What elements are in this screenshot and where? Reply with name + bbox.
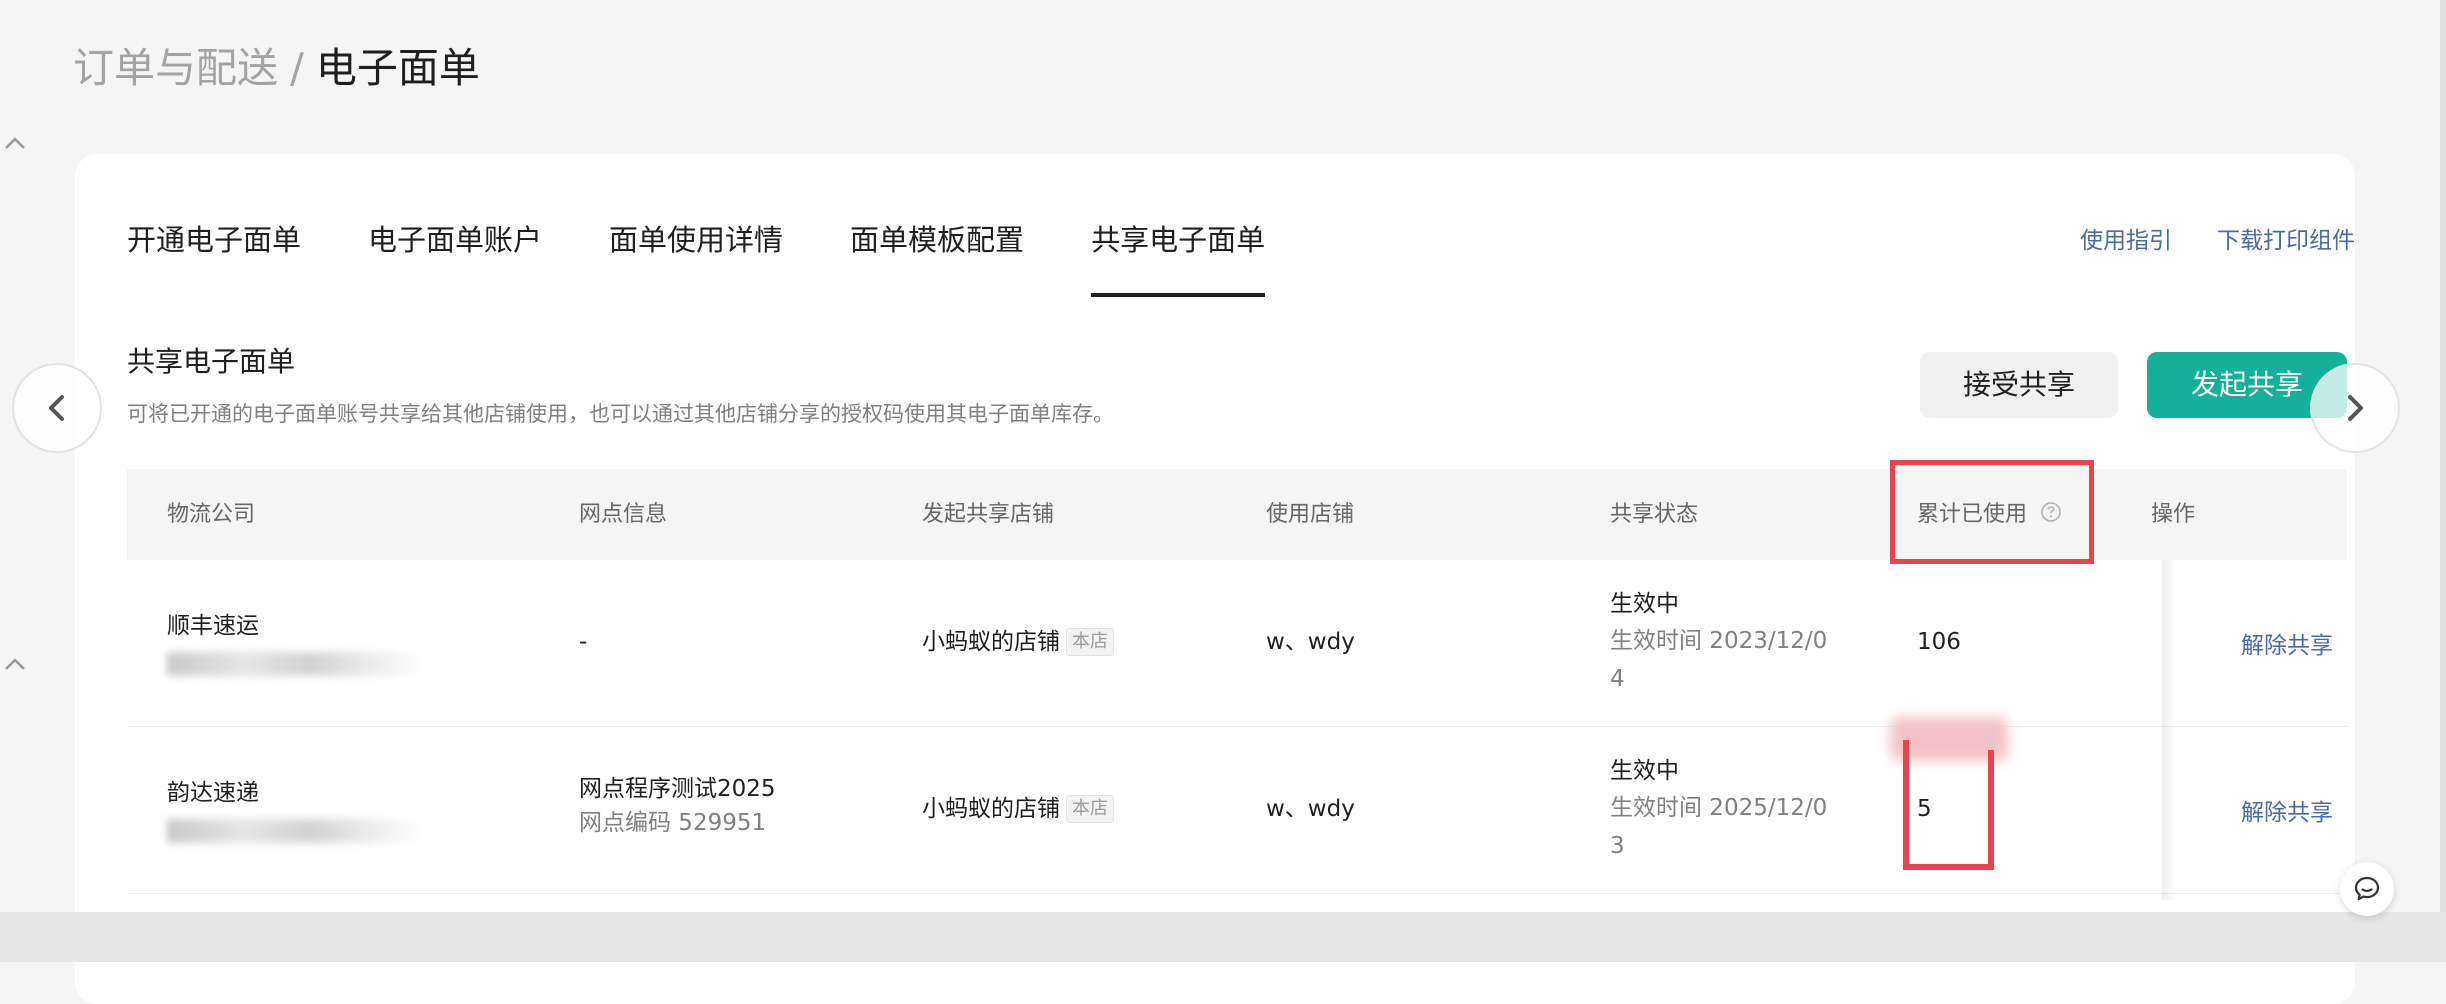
effective-time-line1: 生效时间 2025/12/0 [1610, 795, 1828, 821]
company-cell: 顺丰速运 [167, 610, 427, 676]
effective-time-line2: 3 [1610, 833, 1625, 859]
page-title: 电子面单 [315, 44, 480, 92]
column-header-used: 累计已使用 [1917, 469, 2062, 560]
tab-open-eorder[interactable]: 开通电子面单 [127, 218, 301, 262]
usage-guide-link[interactable]: 使用指引 [2080, 224, 2172, 258]
header-links: 使用指引 下载打印组件 [2080, 224, 2355, 258]
initiator-shop-name: 小蚂蚁的店铺 [922, 629, 1060, 655]
column-header-operation: 操作 [2151, 502, 2196, 527]
breadcrumb: 订单与配送 / 电子面单 [73, 38, 480, 98]
section-title: 共享电子面单 [127, 345, 296, 378]
status-badge: 生效中 [1610, 758, 1679, 784]
breadcrumb-parent[interactable]: 订单与配送 [73, 44, 278, 92]
revoke-share-link[interactable]: 解除共享 [2241, 626, 2333, 660]
effective-time-line1: 生效时间 2023/12/0 [1610, 628, 1828, 654]
chevron-up-icon[interactable] [2, 131, 28, 157]
share-status-cell: 生效中 生效时间 2025/12/0 3 [1610, 753, 1827, 865]
chevron-up-icon[interactable] [2, 652, 28, 678]
share-status-cell: 生效中 生效时间 2023/12/0 4 [1610, 586, 1827, 698]
table-header: 物流公司 网点信息 发起共享店铺 使用店铺 共享状态 累计已使用 操作 [127, 469, 2347, 560]
content-card: 开通电子面单 电子面单账户 面单使用详情 面单模板配置 共享电子面单 使用指引 … [75, 154, 2355, 1004]
chevron-right-icon [2348, 395, 2363, 421]
company-name: 韵达速递 [167, 780, 259, 806]
column-header-outlet: 网点信息 [579, 502, 668, 527]
redacted-account [167, 819, 427, 843]
tab-usage-details[interactable]: 面单使用详情 [609, 218, 783, 262]
effective-time-line2: 4 [1610, 666, 1625, 692]
fixed-column-shadow [2162, 560, 2176, 900]
question-circle-icon[interactable] [2040, 501, 2062, 523]
tab-eorder-account[interactable]: 电子面单账户 [368, 218, 542, 262]
section-description: 可将已开通的电子面单账号共享给其他店铺使用，也可以通过其他店铺分享的授权码使用其… [127, 402, 1114, 426]
used-count: 106 [1917, 629, 1961, 655]
chevron-left-icon [49, 395, 64, 421]
table-row: 顺丰速运 - 小蚂蚁的店铺 本店 w、wdy 生效中 生效时间 2023/12/0… [127, 560, 2347, 727]
outlet-cell: 网点程序测试2025 网点编码 529951 [579, 773, 776, 841]
carousel-prev-button[interactable] [12, 363, 102, 453]
own-shop-badge: 本店 [1066, 628, 1114, 656]
outlet-name: 网点程序测试2025 [579, 776, 776, 802]
column-header-initiator-shop: 发起共享店铺 [922, 502, 1055, 527]
initiator-shop-cell: 小蚂蚁的店铺 本店 [922, 793, 1114, 825]
shared-eorder-table: 物流公司 网点信息 发起共享店铺 使用店铺 共享状态 累计已使用 操作 顺丰速运… [127, 469, 2347, 900]
initiator-shop-cell: 小蚂蚁的店铺 本店 [922, 626, 1114, 658]
tab-bar: 开通电子面单 电子面单账户 面单使用详情 面单模板配置 共享电子面单 [127, 218, 1266, 297]
table-row: 韵达速递 网点程序测试2025 网点编码 529951 小蚂蚁的店铺 本店 w、w… [127, 727, 2347, 894]
accept-share-button[interactable]: 接受共享 [1920, 352, 2118, 418]
column-header-company: 物流公司 [167, 502, 256, 527]
outlet-code: 网点编码 529951 [579, 810, 767, 836]
tab-template-config[interactable]: 面单模板配置 [850, 218, 1024, 262]
status-badge: 生效中 [1610, 591, 1679, 617]
chat-bubble-icon [2354, 876, 2380, 901]
column-header-user-shop: 使用店铺 [1266, 502, 1355, 527]
outlet-name: - [579, 629, 588, 655]
column-header-status: 共享状态 [1610, 502, 1699, 527]
company-cell: 韵达速递 [167, 777, 427, 843]
company-name: 顺丰速运 [167, 613, 259, 639]
used-count: 5 [1917, 796, 1932, 822]
carousel-next-button[interactable] [2310, 363, 2400, 453]
breadcrumb-separator: / [290, 44, 304, 92]
user-shop-name: w、wdy [1266, 629, 1355, 655]
download-print-component-link[interactable]: 下载打印组件 [2217, 224, 2355, 258]
revoke-share-link[interactable]: 解除共享 [2241, 793, 2333, 827]
column-header-used-label: 累计已使用 [1917, 502, 2028, 527]
own-shop-badge: 本店 [1066, 795, 1114, 823]
user-shop-name: w、wdy [1266, 796, 1355, 822]
redacted-account [167, 652, 427, 676]
bottom-bar [0, 912, 2446, 962]
initiator-shop-name: 小蚂蚁的店铺 [922, 796, 1060, 822]
chat-button[interactable] [2340, 862, 2394, 916]
scrollbar[interactable] [2440, 0, 2446, 912]
tab-shared-eorder[interactable]: 共享电子面单 [1091, 218, 1266, 297]
